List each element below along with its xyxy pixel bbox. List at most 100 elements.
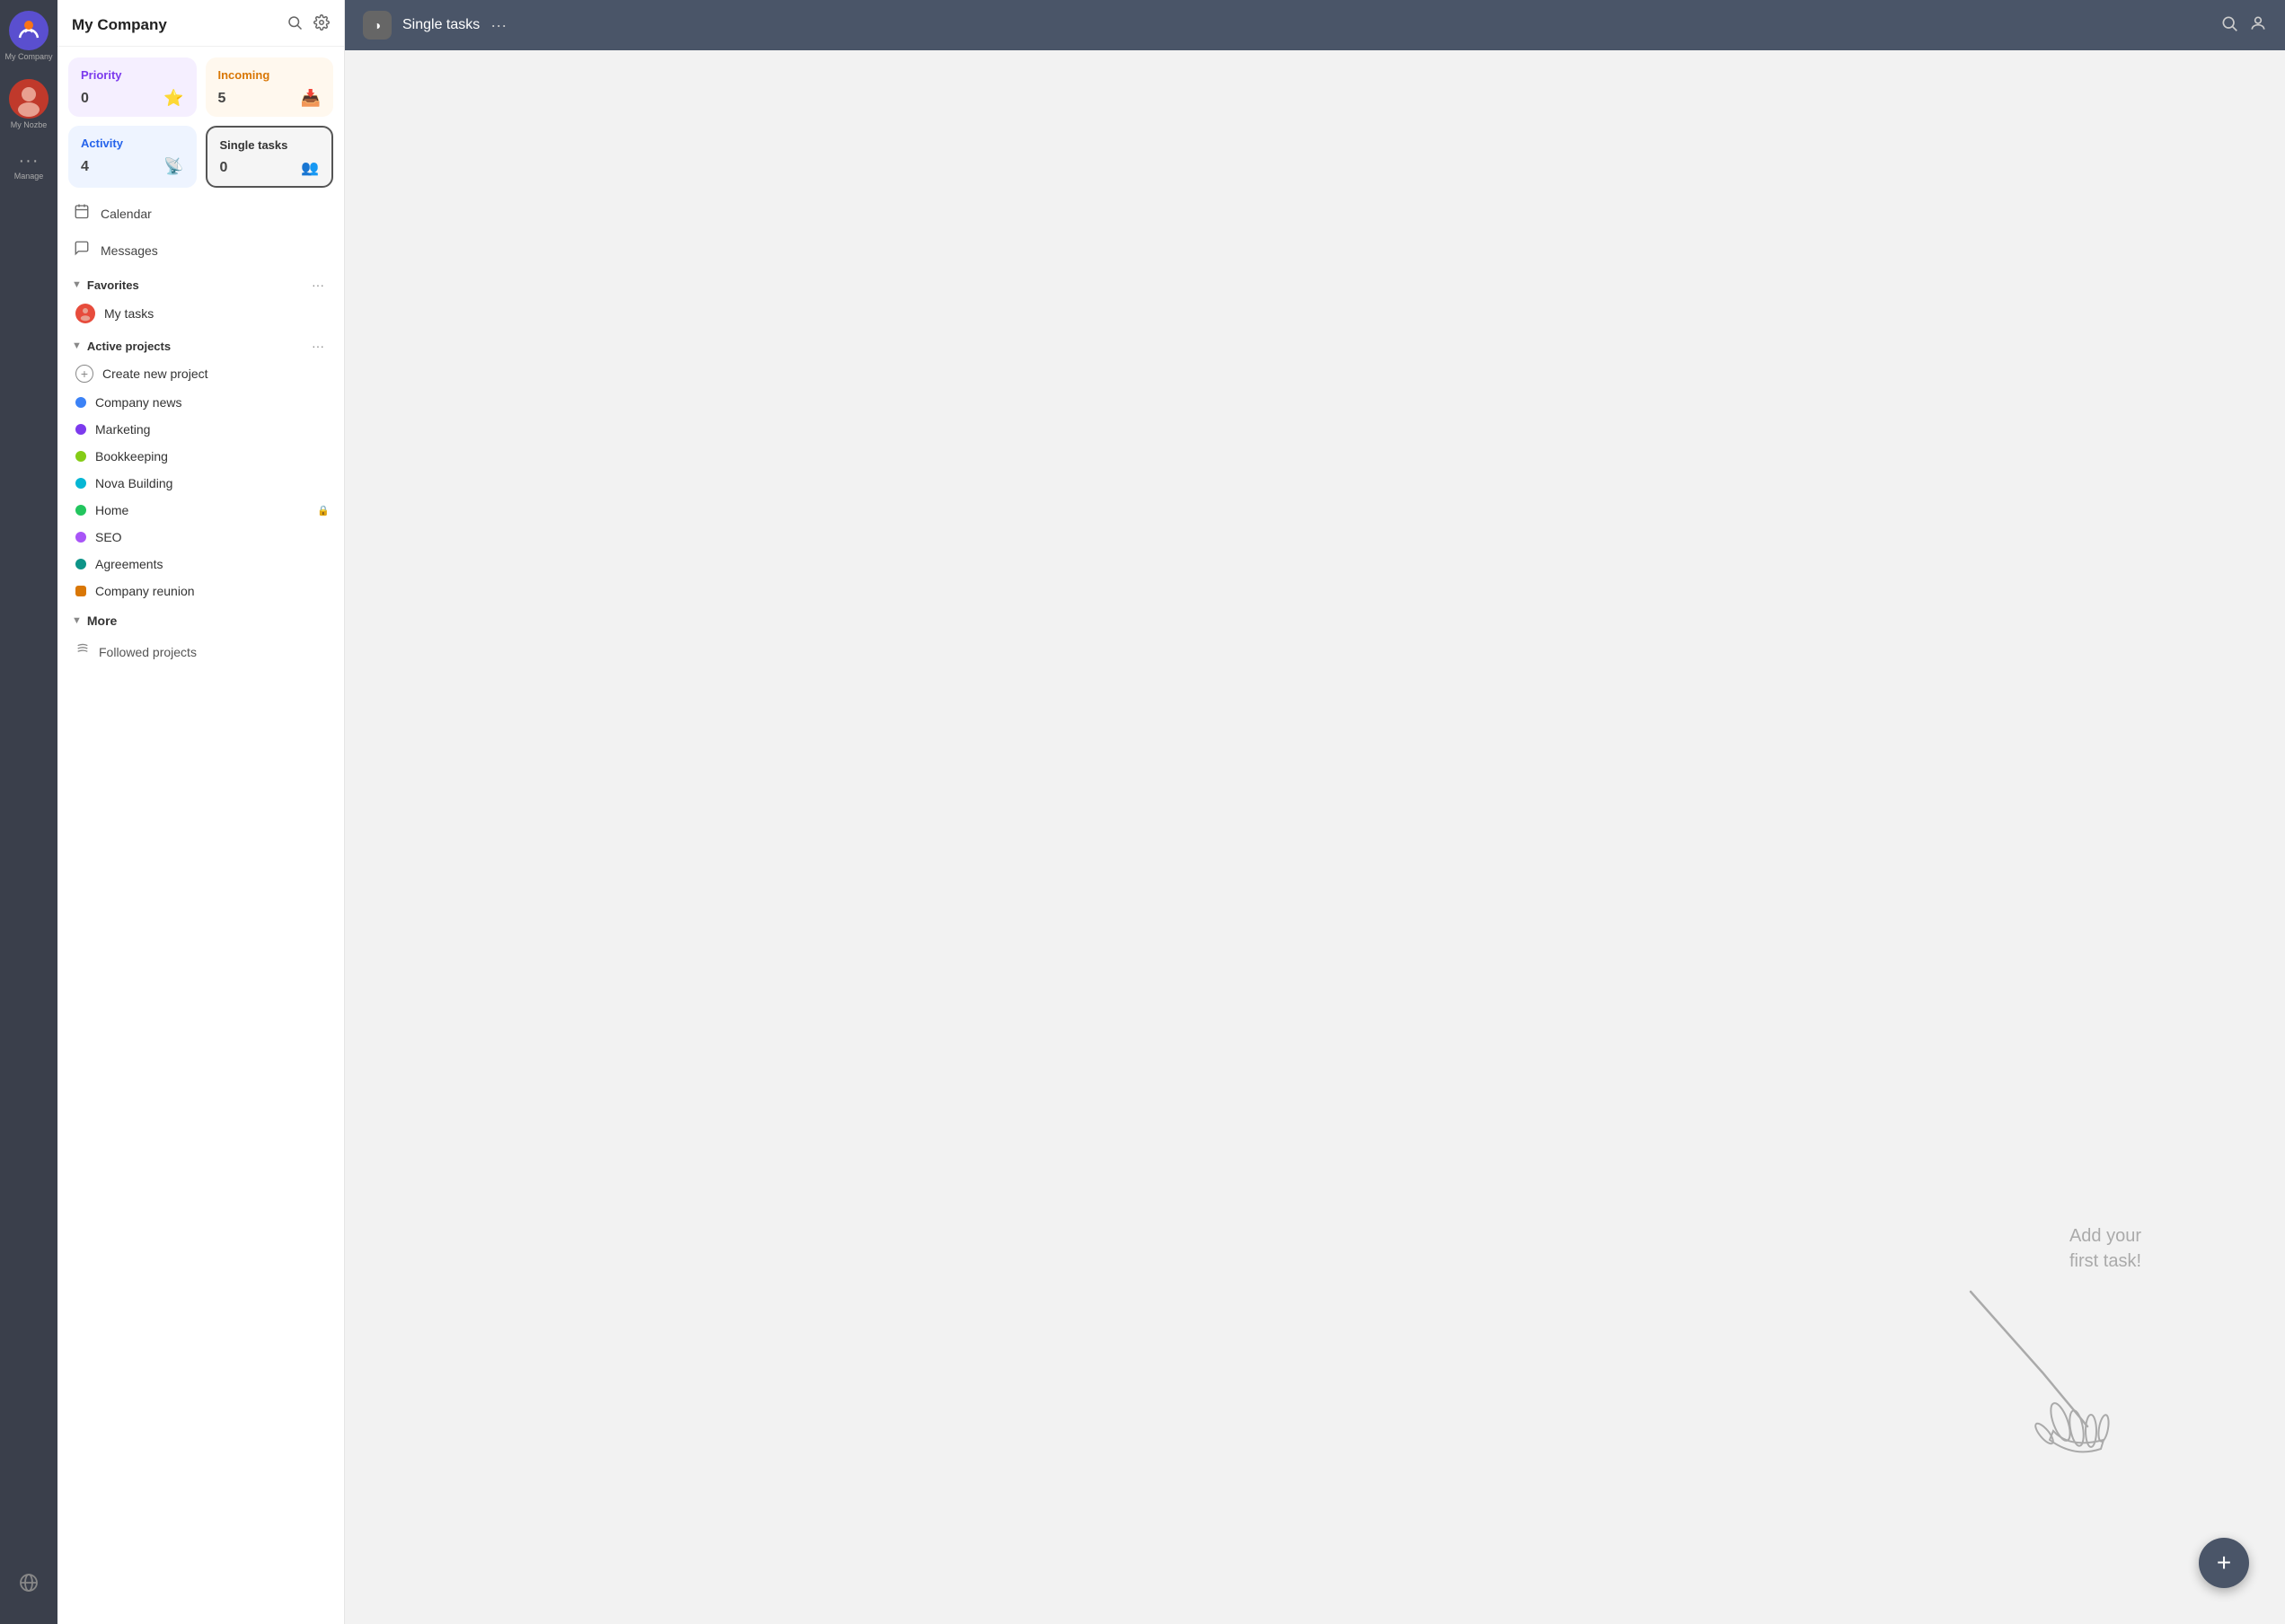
activity-feed-icon: 📡: [163, 157, 183, 176]
create-project-plus-icon: +: [75, 365, 93, 383]
home-item[interactable]: Home 🔒: [57, 497, 344, 524]
favorites-section-header: ▼ Favorites ···: [57, 269, 344, 297]
incoming-card-row: 5 📥: [218, 89, 322, 108]
add-task-button[interactable]: +: [2199, 1538, 2249, 1588]
search-icon[interactable]: [287, 14, 303, 35]
priority-count: 0: [81, 91, 89, 107]
manage-button[interactable]: ··· Manage: [14, 151, 44, 181]
calendar-nav-item[interactable]: Calendar: [57, 195, 344, 232]
company-logo[interactable]: My Company: [4, 11, 52, 61]
quick-cards: Priority 0 ⭐ Incoming 5 📥 Activity 4 📡: [57, 47, 344, 195]
bookkeeping-label: Bookkeeping: [95, 449, 330, 463]
followed-projects-icon: [75, 643, 90, 660]
more-section[interactable]: ▼ More: [57, 605, 344, 637]
main-header-user-icon[interactable]: [2249, 14, 2267, 37]
messages-nav-item[interactable]: Messages: [57, 232, 344, 269]
sidebar-header-icons: [287, 14, 330, 35]
bookkeeping-dot: [75, 451, 86, 462]
settings-icon[interactable]: [313, 14, 330, 35]
priority-card[interactable]: Priority 0 ⭐: [68, 57, 197, 117]
company-label: My Company: [4, 52, 52, 61]
favorites-section-title: Favorites: [87, 278, 139, 292]
fab-plus-icon: +: [2217, 1549, 2231, 1577]
nova-building-dot: [75, 478, 86, 489]
activity-card[interactable]: Activity 4 📡: [68, 126, 197, 188]
favorites-chevron-icon: ▼: [72, 279, 82, 290]
followed-projects-item[interactable]: Followed projects: [57, 637, 344, 666]
empty-state: Add your first task!: [1944, 1223, 2141, 1462]
messages-icon: [72, 240, 92, 260]
main-header-more-button[interactable]: ···: [490, 16, 507, 35]
messages-label: Messages: [101, 243, 158, 258]
seo-label: SEO: [95, 530, 330, 544]
agreements-dot: [75, 559, 86, 569]
active-projects-section-header: ▼ Active projects ···: [57, 330, 344, 358]
sidebar-scroll: Priority 0 ⭐ Incoming 5 📥 Activity 4 📡: [57, 47, 344, 1624]
company-news-item[interactable]: Company news: [57, 389, 344, 416]
home-label: Home: [95, 503, 304, 517]
active-projects-chevron-icon: ▼: [72, 340, 82, 351]
sidebar: My Company Priority 0 ⭐: [57, 0, 345, 1624]
activity-card-row: 4 📡: [81, 157, 184, 176]
create-new-project-item[interactable]: + Create new project: [57, 358, 344, 389]
hand-drawing-illustration: [1944, 1283, 2141, 1462]
more-label: More: [87, 613, 117, 628]
incoming-count: 5: [218, 91, 226, 107]
empty-state-text: Add your first task!: [2069, 1223, 2141, 1274]
empty-state-line2: first task!: [2069, 1251, 2141, 1271]
nova-building-item[interactable]: Nova Building: [57, 470, 344, 497]
my-tasks-label: My tasks: [104, 306, 154, 321]
icon-rail: My Company My Nozbe ··· Manage: [0, 0, 57, 1624]
company-reunion-item[interactable]: Company reunion: [57, 578, 344, 605]
single-tasks-header-icon: ◑: [363, 11, 392, 40]
my-tasks-item[interactable]: My tasks: [57, 297, 344, 330]
seo-item[interactable]: SEO: [57, 524, 344, 551]
sidebar-header: My Company: [57, 0, 344, 47]
company-news-dot: [75, 397, 86, 408]
more-chevron-icon: ▼: [72, 615, 82, 626]
main-header-title: Single tasks: [402, 17, 480, 33]
followed-projects-label: Followed projects: [99, 645, 197, 659]
single-tasks-card-title: Single tasks: [220, 138, 320, 152]
favorites-header-left[interactable]: ▼ Favorites: [72, 278, 139, 292]
home-dot: [75, 505, 86, 516]
priority-star-icon: ⭐: [163, 89, 183, 108]
marketing-label: Marketing: [95, 422, 330, 437]
priority-card-title: Priority: [81, 68, 184, 82]
active-projects-header-left[interactable]: ▼ Active projects: [72, 340, 171, 353]
company-news-label: Company news: [95, 395, 330, 410]
active-projects-section-title: Active projects: [87, 340, 171, 353]
incoming-card[interactable]: Incoming 5 📥: [206, 57, 334, 117]
company-reunion-label: Company reunion: [95, 584, 330, 598]
single-tasks-count: 0: [220, 160, 228, 176]
activity-count: 4: [81, 159, 89, 175]
manage-icon: ···: [19, 151, 40, 172]
main-header-left: ◑ Single tasks ···: [363, 11, 507, 40]
create-project-label: Create new project: [102, 366, 330, 381]
agreements-item[interactable]: Agreements: [57, 551, 344, 578]
marketing-item[interactable]: Marketing: [57, 416, 344, 443]
single-tasks-card-row: 0 👥: [220, 159, 320, 177]
bookkeeping-item[interactable]: Bookkeeping: [57, 443, 344, 470]
main-header: ◑ Single tasks ···: [345, 0, 2285, 50]
incoming-inbox-icon: 📥: [301, 89, 321, 108]
nova-building-label: Nova Building: [95, 476, 330, 490]
seo-dot: [75, 532, 86, 543]
favorites-more-button[interactable]: ···: [306, 276, 330, 294]
empty-state-line1: Add your: [2069, 1226, 2141, 1246]
single-tasks-people-icon: 👥: [301, 159, 319, 177]
user-avatar[interactable]: My Nozbe: [9, 75, 49, 129]
home-lock-icon: 🔒: [317, 505, 330, 516]
main-content: ◑ Single tasks ··· Add your first task!: [345, 0, 2285, 1624]
company-reunion-dot: [75, 586, 86, 596]
my-tasks-avatar: [75, 304, 95, 323]
main-header-right: [2220, 14, 2267, 37]
agreements-label: Agreements: [95, 557, 330, 571]
single-tasks-card[interactable]: Single tasks 0 👥: [206, 126, 334, 188]
globe-button[interactable]: [9, 1563, 49, 1602]
active-projects-more-button[interactable]: ···: [306, 337, 330, 355]
incoming-card-title: Incoming: [218, 68, 322, 82]
marketing-dot: [75, 424, 86, 435]
main-header-search-icon[interactable]: [2220, 14, 2238, 37]
calendar-label: Calendar: [101, 207, 152, 221]
